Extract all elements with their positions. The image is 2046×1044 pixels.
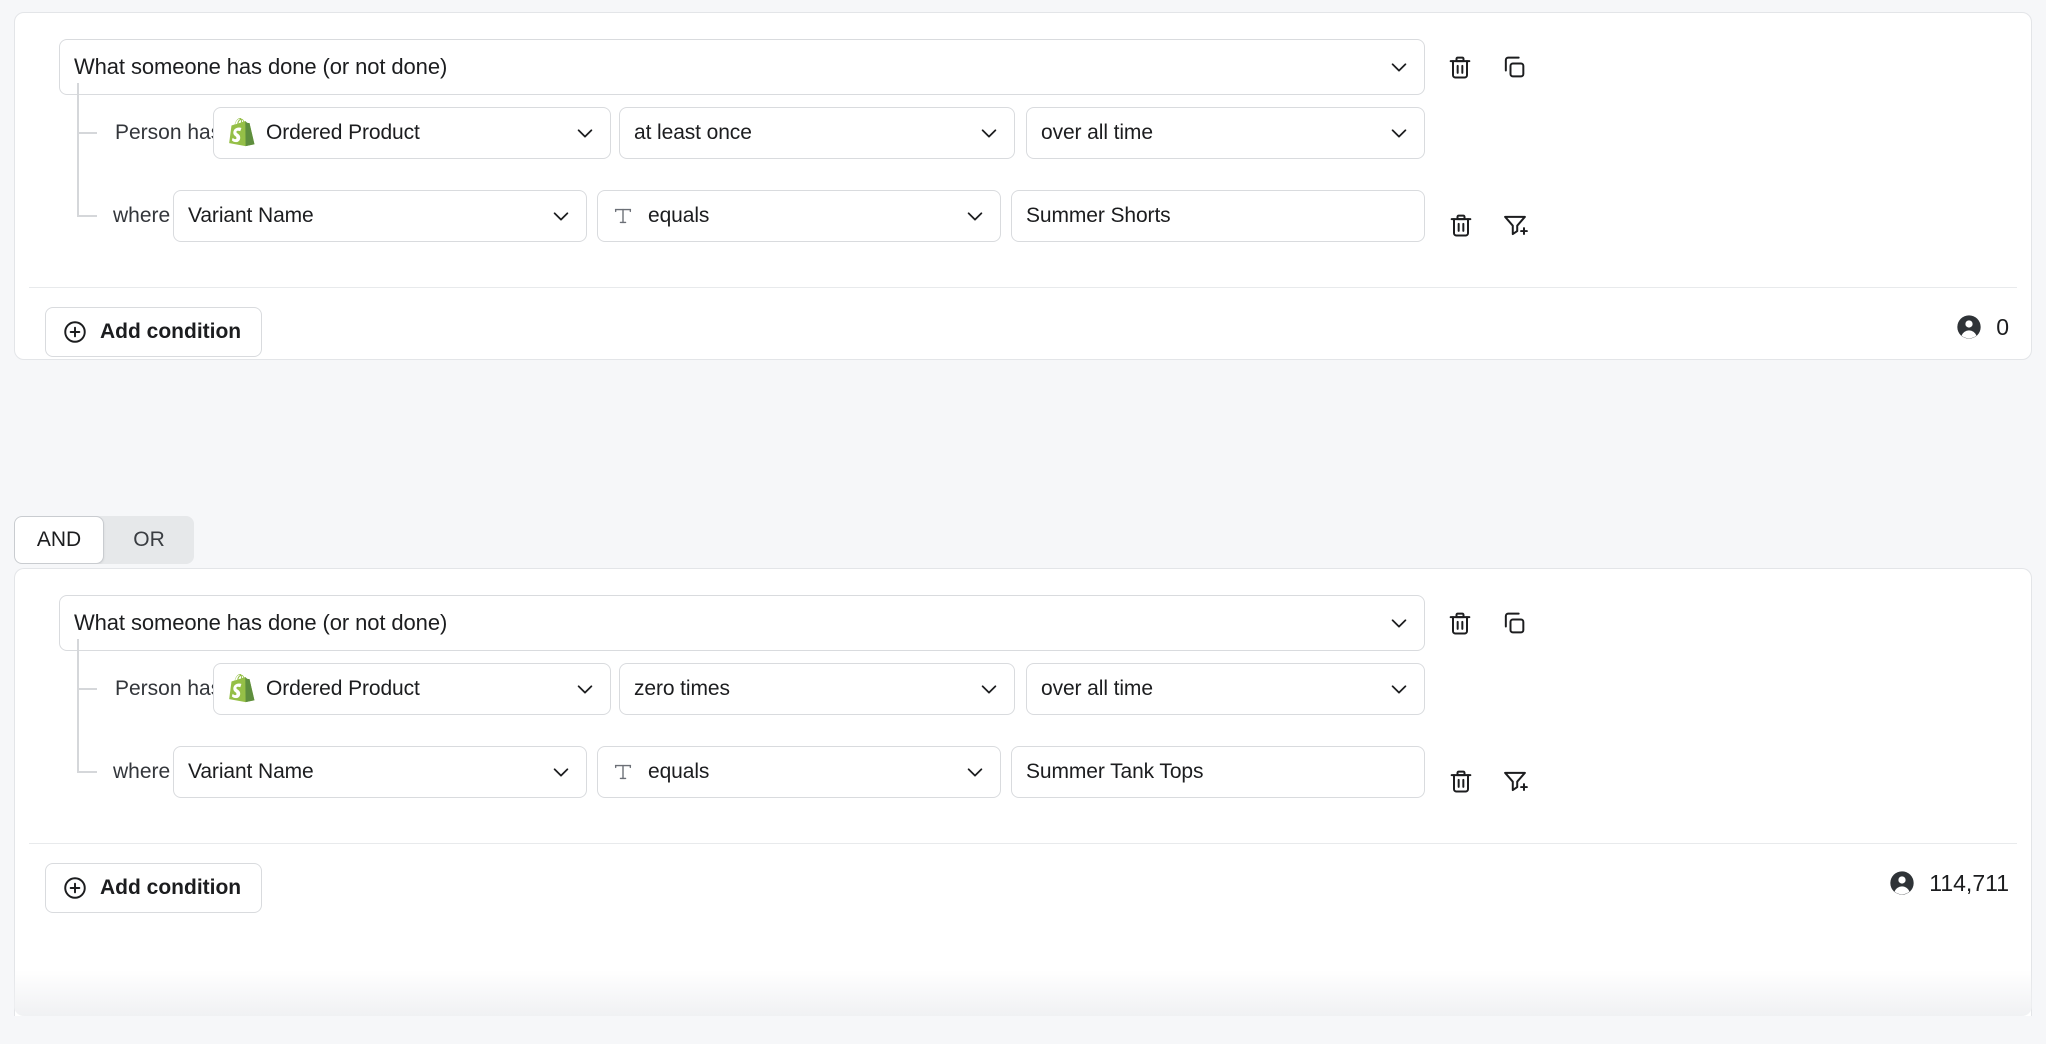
value-input-1[interactable]: Summer Shorts [1011,190,1425,242]
member-count-value-2: 114,711 [1929,870,2009,897]
property-select-label-2: Variant Name [188,760,314,784]
metric-select-2[interactable]: Ordered Product [213,663,611,715]
duplicate-group-button-2[interactable] [1497,606,1531,640]
card-divider-2 [29,843,2017,844]
card-divider-1 [29,287,2017,288]
member-count-1: 0 [1955,313,2009,341]
shopify-icon [228,118,256,148]
property-select-2[interactable]: Variant Name [173,746,587,798]
property-select-1[interactable]: Variant Name [173,190,587,242]
add-condition-button-1[interactable]: Add condition [45,307,262,357]
value-input-2[interactable]: Summer Tank Tops [1011,746,1425,798]
add-condition-label-2: Add condition [100,876,241,900]
member-count-value-1: 0 [1996,314,2009,341]
add-filter-button-1[interactable] [1498,208,1532,242]
chevron-down-icon [1388,612,1410,634]
metric-select-1[interactable]: Ordered Product [213,107,611,159]
operator-select-1[interactable]: equals [597,190,1001,242]
condition-group-2: What someone has done (or not done) [14,568,2032,1016]
value-input-text-1: Summer Shorts [1026,204,1171,228]
frequency-select-1[interactable]: at least once [619,107,1015,159]
chevron-down-icon [574,122,596,144]
chevron-down-icon [1388,678,1410,700]
timeframe-select-1[interactable]: over all time [1026,107,1425,159]
trigger-select-label-2: What someone has done (or not done) [74,610,447,636]
trigger-select-label-1: What someone has done (or not done) [74,54,447,80]
trigger-select-1[interactable]: What someone has done (or not done) [59,39,1425,95]
delete-group-button-2[interactable] [1443,606,1477,640]
text-type-icon [612,760,634,784]
plus-circle-icon [62,875,88,901]
delete-filter-button-2[interactable] [1444,764,1478,798]
chevron-down-icon [574,678,596,700]
logic-operator-toggle[interactable]: AND OR [14,516,194,564]
where-label-2: where [113,746,170,798]
operator-select-label-2: equals [648,760,709,784]
duplicate-group-button-1[interactable] [1497,50,1531,84]
plus-circle-icon [62,319,88,345]
add-filter-button-2[interactable] [1498,764,1532,798]
delete-group-button-1[interactable] [1443,50,1477,84]
frequency-select-label-2: zero times [634,677,730,701]
add-condition-label-1: Add condition [100,320,241,344]
person-has-label-1: Person has [115,107,221,159]
timeframe-select-label-2: over all time [1041,677,1153,701]
chevron-down-icon [978,678,1000,700]
chevron-down-icon [1388,56,1410,78]
chevron-down-icon [964,205,986,227]
segment-builder: What someone has done (or not done) [0,0,2046,1044]
logic-or-button[interactable]: OR [104,516,194,564]
add-condition-button-2[interactable]: Add condition [45,863,262,913]
metric-select-label-1: Ordered Product [266,121,420,145]
where-label-1: where [113,190,170,242]
shopify-icon [228,674,256,704]
trigger-select-2[interactable]: What someone has done (or not done) [59,595,1425,651]
metric-select-label-2: Ordered Product [266,677,420,701]
logic-and-button[interactable]: AND [14,516,104,564]
person-has-label-2: Person has [115,663,221,715]
value-input-text-2: Summer Tank Tops [1026,760,1203,784]
timeframe-select-2[interactable]: over all time [1026,663,1425,715]
frequency-select-label-1: at least once [634,121,752,145]
chevron-down-icon [978,122,1000,144]
chevron-down-icon [550,205,572,227]
chevron-down-icon [1388,122,1410,144]
operator-select-label-1: equals [648,204,709,228]
person-icon [1955,313,1983,341]
text-type-icon [612,204,634,228]
delete-filter-button-1[interactable] [1444,208,1478,242]
member-count-2: 114,711 [1888,869,2009,897]
frequency-select-2[interactable]: zero times [619,663,1015,715]
condition-group-1: What someone has done (or not done) [14,12,2032,360]
person-icon [1888,869,1916,897]
chevron-down-icon [964,761,986,783]
timeframe-select-label-1: over all time [1041,121,1153,145]
property-select-label-1: Variant Name [188,204,314,228]
chevron-down-icon [550,761,572,783]
operator-select-2[interactable]: equals [597,746,1001,798]
